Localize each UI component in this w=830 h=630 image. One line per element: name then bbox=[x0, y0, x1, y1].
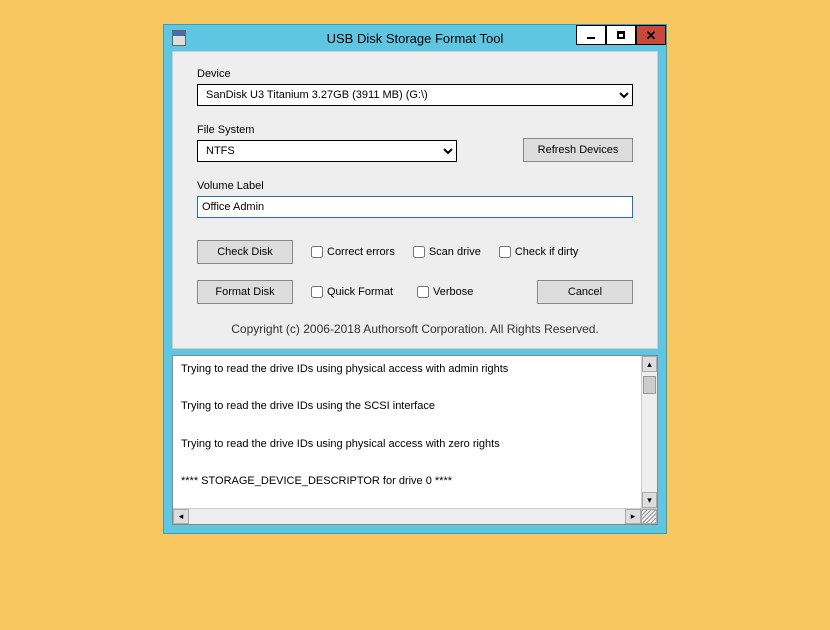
format-disk-row: Format Disk Quick Format Verbose Cancel bbox=[197, 280, 633, 304]
close-button[interactable]: ✕ bbox=[636, 25, 666, 45]
copyright-text: Copyright (c) 2006-2018 Authorsoft Corpo… bbox=[197, 322, 633, 336]
scroll-up-button[interactable]: ▴ bbox=[642, 356, 657, 372]
volume-label-input[interactable] bbox=[197, 196, 633, 218]
scroll-right-button[interactable]: ▸ bbox=[625, 509, 641, 524]
vertical-scrollbar[interactable]: ▴ ▾ bbox=[641, 356, 657, 508]
scroll-down-button[interactable]: ▾ bbox=[642, 492, 657, 508]
refresh-devices-button[interactable]: Refresh Devices bbox=[523, 138, 633, 162]
filesystem-row: File System NTFS Refresh Devices bbox=[197, 124, 633, 162]
form-panel: Device SanDisk U3 Titanium 3.27GB (3911 … bbox=[172, 51, 658, 349]
log-line: Trying to read the drive IDs using the S… bbox=[181, 399, 633, 414]
log-body: Trying to read the drive IDs using physi… bbox=[173, 356, 657, 508]
hscroll-track[interactable] bbox=[189, 509, 625, 524]
scan-drive-checkbox[interactable]: Scan drive bbox=[413, 246, 481, 258]
check-disk-row: Check Disk Correct errors Scan drive Che… bbox=[197, 240, 633, 264]
verbose-checkbox[interactable]: Verbose bbox=[417, 286, 473, 298]
scroll-thumb[interactable] bbox=[643, 376, 656, 394]
quick-format-checkbox[interactable]: Quick Format bbox=[311, 286, 393, 298]
log-line: Trying to read the drive IDs using physi… bbox=[181, 362, 633, 377]
log-line: Trying to read the drive IDs using physi… bbox=[181, 437, 633, 452]
log-line: **** STORAGE_DEVICE_DESCRIPTOR for drive… bbox=[181, 474, 633, 489]
minimize-icon bbox=[587, 37, 595, 39]
window-controls: ✕ bbox=[576, 25, 666, 45]
format-disk-button[interactable]: Format Disk bbox=[197, 280, 293, 304]
log-output[interactable]: Trying to read the drive IDs using physi… bbox=[173, 356, 641, 508]
titlebar[interactable]: USB Disk Storage Format Tool ✕ bbox=[164, 25, 666, 51]
filesystem-label: File System bbox=[197, 124, 503, 136]
horizontal-scrollbar[interactable]: ◂ ▸ bbox=[173, 508, 657, 524]
maximize-button[interactable] bbox=[606, 25, 636, 45]
scroll-track[interactable] bbox=[642, 372, 657, 492]
volume-label-row: Volume Label bbox=[197, 180, 633, 218]
scroll-left-button[interactable]: ◂ bbox=[173, 509, 189, 524]
device-select[interactable]: SanDisk U3 Titanium 3.27GB (3911 MB) (G:… bbox=[197, 84, 633, 106]
maximize-icon bbox=[617, 31, 625, 39]
filesystem-select[interactable]: NTFS bbox=[197, 140, 457, 162]
resize-grip[interactable] bbox=[641, 509, 657, 524]
minimize-button[interactable] bbox=[576, 25, 606, 45]
close-icon: ✕ bbox=[646, 29, 657, 42]
app-window: USB Disk Storage Format Tool ✕ Device Sa… bbox=[163, 24, 667, 534]
check-disk-button[interactable]: Check Disk bbox=[197, 240, 293, 264]
device-label: Device bbox=[197, 68, 633, 80]
correct-errors-checkbox[interactable]: Correct errors bbox=[311, 246, 395, 258]
volume-label-label: Volume Label bbox=[197, 180, 633, 192]
device-row: Device SanDisk U3 Titanium 3.27GB (3911 … bbox=[197, 68, 633, 106]
usb-icon bbox=[172, 30, 186, 46]
cancel-button[interactable]: Cancel bbox=[537, 280, 633, 304]
client-area: Device SanDisk U3 Titanium 3.27GB (3911 … bbox=[172, 51, 658, 525]
check-if-dirty-checkbox[interactable]: Check if dirty bbox=[499, 246, 579, 258]
log-panel: Trying to read the drive IDs using physi… bbox=[172, 355, 658, 525]
